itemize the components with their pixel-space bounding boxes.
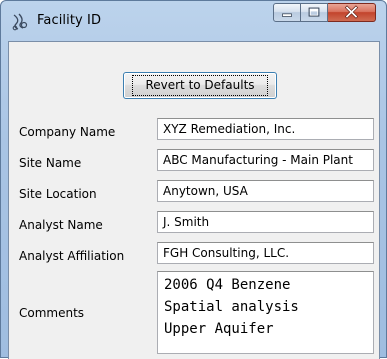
facility-app-icon — [12, 13, 28, 31]
facility-id-window: Facility ID Revert to Defaults Company N… — [0, 0, 387, 359]
comments-label: Comments — [19, 306, 85, 320]
maximize-button[interactable] — [301, 3, 328, 22]
site-location-label: Site Location — [19, 187, 97, 201]
analyst-name-label: Analyst Name — [19, 218, 103, 232]
revert-to-defaults-button[interactable]: Revert to Defaults — [123, 72, 277, 99]
revert-button-label: Revert to Defaults — [132, 75, 268, 96]
analyst-name-field[interactable]: J. Smith — [157, 211, 374, 233]
window-title: Facility ID — [37, 13, 102, 28]
title-bar[interactable]: Facility ID — [1, 1, 386, 41]
company-name-field[interactable]: XYZ Remediation, Inc. — [157, 118, 374, 140]
site-name-label: Site Name — [19, 156, 82, 170]
company-name-label: Company Name — [19, 125, 116, 139]
close-icon — [344, 5, 359, 19]
site-name-field[interactable]: ABC Manufacturing - Main Plant — [157, 149, 374, 171]
form-panel: Revert to Defaults Company Name XYZ Reme… — [8, 41, 380, 359]
comments-textarea[interactable]: 2006 Q4 Benzene Spatial analysis Upper A… — [157, 271, 374, 354]
minimize-button[interactable] — [273, 3, 301, 22]
analyst-affiliation-label: Analyst Affiliation — [19, 249, 125, 263]
caption-buttons — [273, 3, 381, 24]
analyst-affiliation-field[interactable]: FGH Consulting, LLC. — [157, 242, 374, 264]
maximize-icon — [308, 7, 320, 17]
close-button[interactable] — [328, 3, 376, 22]
minimize-icon — [282, 13, 292, 17]
site-location-field[interactable]: Anytown, USA — [157, 180, 374, 202]
